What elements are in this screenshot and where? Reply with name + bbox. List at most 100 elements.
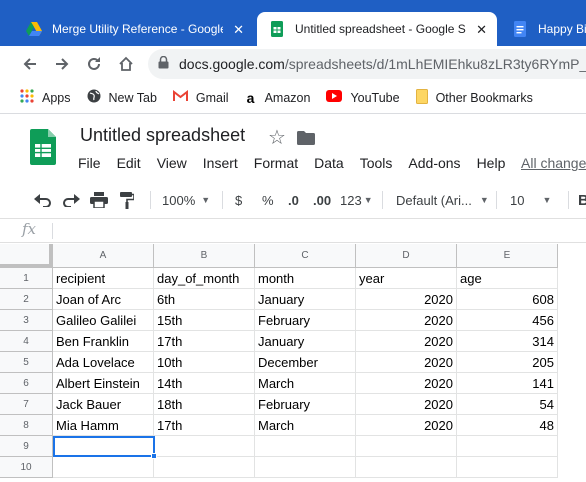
menu-file[interactable]: File [78,155,101,171]
menu-view[interactable]: View [157,155,187,171]
bookmark-other[interactable]: Other Bookmarks [415,88,533,107]
cell-a1[interactable]: recipient [53,268,154,289]
select-all-corner[interactable] [0,244,53,268]
cell-e6[interactable]: 141 [457,373,558,394]
percent-format-button[interactable]: % [262,181,274,219]
more-formats-select[interactable]: 123 ▼ [340,181,373,219]
cell-c6[interactable]: March [255,373,356,394]
menu-help[interactable]: Help [477,155,506,171]
cell-d3[interactable]: 2020 [356,310,457,331]
cell-c9[interactable] [255,436,356,457]
cell-e3[interactable]: 456 [457,310,558,331]
cell-c8[interactable]: March [255,415,356,436]
browser-tab-spreadsheet[interactable]: Untitled spreadsheet - Google Sh ✕ [257,12,497,46]
cell-c2[interactable]: January [255,289,356,310]
cell-c10[interactable] [255,457,356,478]
document-title[interactable]: Untitled spreadsheet [80,125,245,146]
font-size-select[interactable]: 10 ▼ [510,181,551,219]
bookmark-apps[interactable]: Apps [20,89,71,106]
cell-c3[interactable]: February [255,310,356,331]
cell-d8[interactable]: 2020 [356,415,457,436]
cell-a2[interactable]: Joan of Arc [53,289,154,310]
bookmark-gmail[interactable]: Gmail [172,89,229,105]
increase-decimal-button[interactable]: .00 [313,181,331,219]
row-header-4[interactable]: 4 [0,331,53,352]
cell-b8[interactable]: 17th [154,415,255,436]
cell-e2[interactable]: 608 [457,289,558,310]
forward-arrow-icon[interactable] [46,48,78,80]
zoom-select[interactable]: 100% ▼ [162,181,210,219]
cell-a4[interactable]: Ben Franklin [53,331,154,352]
browser-tab-happy-birthday[interactable]: Happy Birt [500,12,586,46]
row-header-7[interactable]: 7 [0,394,53,415]
column-header-e[interactable]: E [457,244,558,268]
cell-d2[interactable]: 2020 [356,289,457,310]
all-changes-saved-link[interactable]: All changes [521,155,586,171]
cell-e8[interactable]: 48 [457,415,558,436]
menu-tools[interactable]: Tools [360,155,393,171]
star-icon[interactable]: ☆ [268,125,286,150]
menu-data[interactable]: Data [314,155,344,171]
cell-a5[interactable]: Ada Lovelace [53,352,154,373]
cell-b3[interactable]: 15th [154,310,255,331]
cell-e9[interactable] [457,436,558,457]
menu-addons[interactable]: Add-ons [408,155,460,171]
fill-handle[interactable] [151,453,157,459]
cell-b10[interactable] [154,457,255,478]
cell-a3[interactable]: Galileo Galilei [53,310,154,331]
back-arrow-icon[interactable] [14,48,46,80]
row-header-1[interactable]: 1 [0,268,53,289]
formula-input[interactable] [56,219,586,243]
row-header-9[interactable]: 9 [0,436,53,457]
cell-b7[interactable]: 18th [154,394,255,415]
undo-icon[interactable] [34,181,52,219]
cell-c4[interactable]: January [255,331,356,352]
cell-c5[interactable]: December [255,352,356,373]
font-family-select[interactable]: Default (Ari... ▼ [396,181,489,219]
print-icon[interactable] [90,181,108,219]
browser-tab-merge-reference[interactable]: Merge Utility Reference - Google ✕ [14,12,254,46]
cell-b9[interactable] [154,436,255,457]
cell-e1[interactable]: age [457,268,558,289]
decrease-decimal-button[interactable]: .0 [288,181,299,219]
row-header-5[interactable]: 5 [0,352,53,373]
cell-d10[interactable] [356,457,457,478]
close-tab-icon[interactable]: ✕ [233,23,244,36]
row-header-8[interactable]: 8 [0,415,53,436]
home-icon[interactable] [110,48,142,80]
column-header-b[interactable]: B [154,244,255,268]
cell-e5[interactable]: 205 [457,352,558,373]
currency-format-button[interactable]: $ [235,181,242,219]
cell-a8[interactable]: Mia Hamm [53,415,154,436]
cell-d6[interactable]: 2020 [356,373,457,394]
cell-b5[interactable]: 10th [154,352,255,373]
cell-b4[interactable]: 17th [154,331,255,352]
bookmark-new-tab[interactable]: New Tab [87,89,157,106]
bookmark-youtube[interactable]: YouTube [326,90,400,105]
url-field[interactable]: docs.google.com/spreadsheets/d/1mLhEMIEh… [148,49,586,79]
cell-a6[interactable]: Albert Einstein [53,373,154,394]
cell-d7[interactable]: 2020 [356,394,457,415]
cell-d4[interactable]: 2020 [356,331,457,352]
column-header-a[interactable]: A [53,244,154,268]
move-folder-icon[interactable] [297,131,315,145]
close-tab-icon[interactable]: ✕ [476,23,487,36]
bold-button[interactable]: B [578,181,586,219]
cell-e10[interactable] [457,457,558,478]
cell-d1[interactable]: year [356,268,457,289]
row-header-2[interactable]: 2 [0,289,53,310]
cell-b6[interactable]: 14th [154,373,255,394]
column-header-c[interactable]: C [255,244,356,268]
reload-icon[interactable] [78,48,110,80]
row-header-6[interactable]: 6 [0,373,53,394]
row-header-10[interactable]: 10 [0,457,53,478]
cell-c7[interactable]: February [255,394,356,415]
paint-format-icon[interactable] [120,181,134,219]
row-header-3[interactable]: 3 [0,310,53,331]
cell-d9[interactable] [356,436,457,457]
cell-b1[interactable]: day_of_month [154,268,255,289]
cell-a7[interactable]: Jack Bauer [53,394,154,415]
redo-icon[interactable] [62,181,80,219]
cell-e4[interactable]: 314 [457,331,558,352]
sheets-logo-icon[interactable] [30,129,56,165]
